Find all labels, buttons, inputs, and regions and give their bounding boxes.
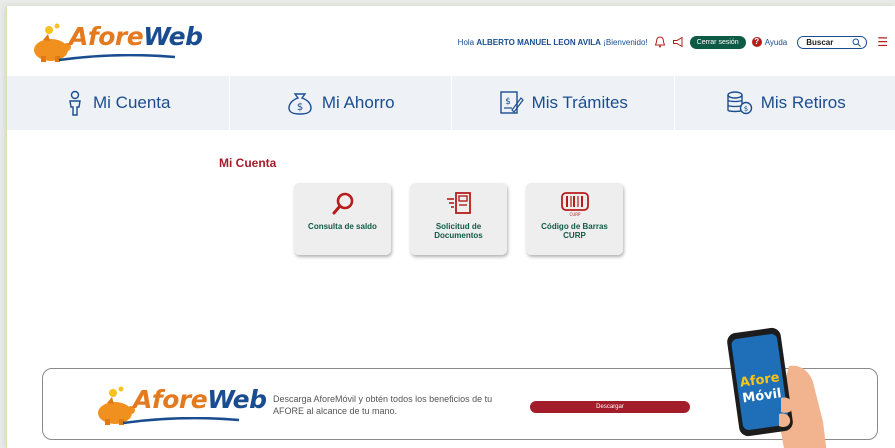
header: AforeWeb Hola ALBERTO MANUEL LEON AVILA … [7,6,895,70]
greeting-suffix: ¡Bienvenido! [603,37,648,47]
svg-text:$: $ [744,105,748,113]
nav-label-mis-retiros: Mis Retiros [760,93,846,112]
document-send-icon [446,192,471,214]
greeting: Hola ALBERTO MANUEL LEON AVILA ¡Bienveni… [458,38,648,47]
banner-logo-swoosh [122,417,240,425]
phone-hand-image: Afore Móvil [727,327,827,448]
person-icon [69,90,81,116]
money-bag-icon: $ [288,93,312,115]
nav-item-mi-ahorro[interactable]: $ Mi Ahorro [230,76,452,130]
card-label: Solicitud de Documentos [434,222,483,240]
nav-label-mi-ahorro: Mi Ahorro [321,93,395,112]
card-consulta-saldo[interactable]: Consulta de saldo [294,183,391,255]
megaphone-icon[interactable] [672,36,684,48]
search-input[interactable]: Buscar [797,35,868,49]
logo-swoosh [58,54,176,62]
download-button[interactable]: Descargar [530,401,690,413]
user-area: Hola ALBERTO MANUEL LEON AVILA ¡Bienveni… [458,33,888,51]
logo-text: AforeWeb [69,22,203,51]
banner-logo-afore: Afore [133,385,208,414]
logo-web: Web [143,22,203,51]
nav-item-mi-cuenta[interactable]: Mi Cuenta [7,76,230,130]
banner-logo-text: AforeWeb [133,385,267,414]
help-icon[interactable]: ? [751,37,762,47]
svg-text:$: $ [297,102,303,113]
card-label: Código de Barras CURP [541,222,608,240]
aforeweb-logo[interactable]: AforeWeb [27,18,203,64]
banner-logo-web: Web [207,385,267,414]
document-edit-icon: $ [499,91,524,114]
magnifier-icon [332,192,353,215]
browser-frame: AforeWeb Hola ALBERTO MANUEL LEON AVILA … [6,6,895,448]
card-solicitud-documentos[interactable]: Solicitud de Documentos [410,183,507,255]
menu-icon[interactable]: ☰ [877,36,888,48]
coins-icon: $ [727,91,752,115]
banner-logo: AforeWeb [91,381,267,427]
nav-item-mis-tramites[interactable]: $ Mis Trámites [452,76,675,130]
greeting-prefix: Hola [457,37,475,47]
barcode-icon: CURP [560,192,589,217]
bell-icon[interactable] [654,36,666,48]
nav-label-mis-tramites: Mis Trámites [531,93,628,112]
logo-afore: Afore [69,22,144,51]
main-nav: Mi Cuenta $ Mi Ahorro $ Mis Trámites $ M… [7,76,895,130]
banner-text: Descarga AforeMóvil y obtén todos los be… [273,394,493,416]
logout-button[interactable]: Cerrar sesión [689,35,746,49]
nav-item-mis-retiros[interactable]: $ Mis Retiros [675,76,895,130]
section-title: Mi Cuenta [219,156,277,170]
card-label: Consulta de saldo [308,222,377,231]
svg-text:CURP: CURP [569,212,581,217]
search-label: Buscar [806,37,834,47]
svg-text:$: $ [505,97,511,107]
nav-label-mi-cuenta: Mi Cuenta [93,93,171,112]
user-name: ALBERTO MANUEL LEON AVILA [476,37,601,47]
search-icon[interactable] [852,38,862,47]
help-link[interactable]: Ayuda [765,38,788,47]
card-codigo-barras-curp[interactable]: CURP Código de Barras CURP [526,183,623,255]
